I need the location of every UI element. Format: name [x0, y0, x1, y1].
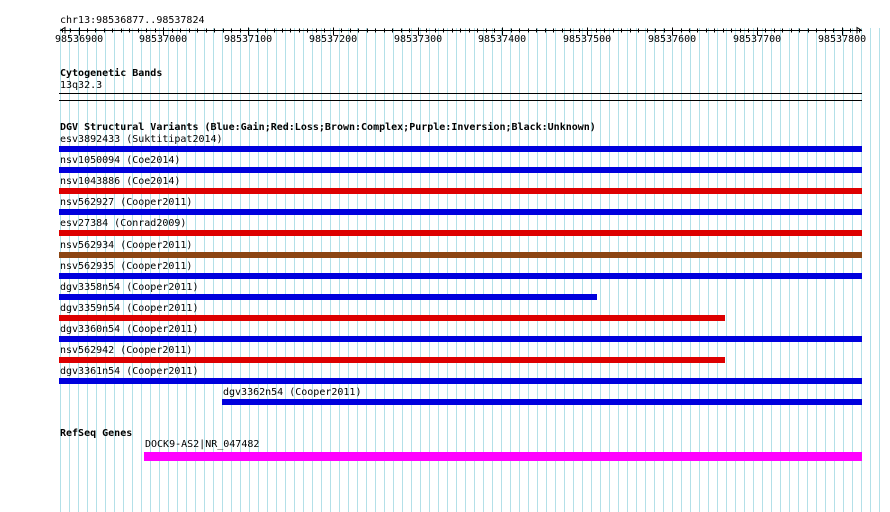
genome-browser-view: chr13:98536877..98537824 98536900 9853700…: [0, 0, 890, 512]
ruler-tick-label: 98537200: [309, 34, 358, 45]
dgv-variant-bar[interactable]: [59, 230, 862, 236]
ruler-axis: [59, 26, 863, 36]
dgv-variant-bar[interactable]: [59, 315, 725, 321]
cytoband-bottom-line: [59, 100, 862, 101]
cytoband-top-line: [59, 93, 862, 94]
dgv-variant-label[interactable]: dgv3359n54 (Cooper2011): [60, 303, 198, 314]
dgv-variant-bar[interactable]: [59, 273, 862, 279]
dgv-variant-bar[interactable]: [59, 357, 725, 363]
dgv-variant-label[interactable]: nsv562934 (Cooper2011): [60, 240, 192, 251]
dgv-variant-label[interactable]: dgv3361n54 (Cooper2011): [60, 366, 198, 377]
dgv-variant-bar[interactable]: [59, 209, 862, 215]
refseq-track-title: RefSeq Genes: [60, 428, 133, 439]
dgv-variant-bar[interactable]: [59, 167, 862, 173]
ruler-tick-label: 98537800: [818, 34, 867, 45]
ruler-tick-label: 98537300: [394, 34, 443, 45]
refseq-gene-label[interactable]: DOCK9-AS2|NR_047482: [145, 439, 259, 450]
refseq-gene-bar[interactable]: [144, 452, 862, 461]
dgv-variant-label[interactable]: nsv1050094 (Coe2014): [60, 155, 180, 166]
ruler-tick-label: 98537000: [139, 34, 188, 45]
dgv-variant-label[interactable]: dgv3360n54 (Cooper2011): [60, 324, 198, 335]
dgv-variant-bar[interactable]: [59, 294, 597, 300]
dgv-track-title: DGV Structural Variants (Blue:Gain;Red:L…: [60, 122, 596, 133]
dgv-variant-label[interactable]: nsv562927 (Cooper2011): [60, 197, 192, 208]
dgv-variant-label[interactable]: nsv562935 (Cooper2011): [60, 261, 192, 272]
dgv-variant-bar[interactable]: [222, 399, 862, 405]
ruler-tick-label: 98537600: [648, 34, 697, 45]
ruler-tick-label: 98537400: [478, 34, 527, 45]
dgv-variant-bar[interactable]: [59, 378, 862, 384]
cytoband-label[interactable]: 13q32.3: [60, 80, 102, 91]
dgv-variant-bar[interactable]: [59, 146, 862, 152]
dgv-variant-bar[interactable]: [59, 252, 862, 258]
dgv-variant-label[interactable]: esv27384 (Conrad2009): [60, 218, 186, 229]
dgv-variant-label[interactable]: nsv1043886 (Coe2014): [60, 176, 180, 187]
dgv-variant-label[interactable]: nsv562942 (Cooper2011): [60, 345, 192, 356]
dgv-variant-label[interactable]: dgv3358n54 (Cooper2011): [60, 282, 198, 293]
ruler-tick-label: 98537700: [733, 34, 782, 45]
cytoband-track-title: Cytogenetic Bands: [60, 68, 163, 79]
ruler-tick-label: 98537100: [224, 34, 273, 45]
dgv-variant-label[interactable]: dgv3362n54 (Cooper2011): [223, 387, 361, 398]
ruler-tick-label: 98536900: [55, 34, 104, 45]
ruler-tick-label: 98537500: [563, 34, 612, 45]
dgv-variant-bar[interactable]: [59, 188, 862, 194]
dgv-variant-bar[interactable]: [59, 336, 862, 342]
dgv-variant-label[interactable]: esv3892433 (Suktitipat2014): [60, 134, 223, 145]
